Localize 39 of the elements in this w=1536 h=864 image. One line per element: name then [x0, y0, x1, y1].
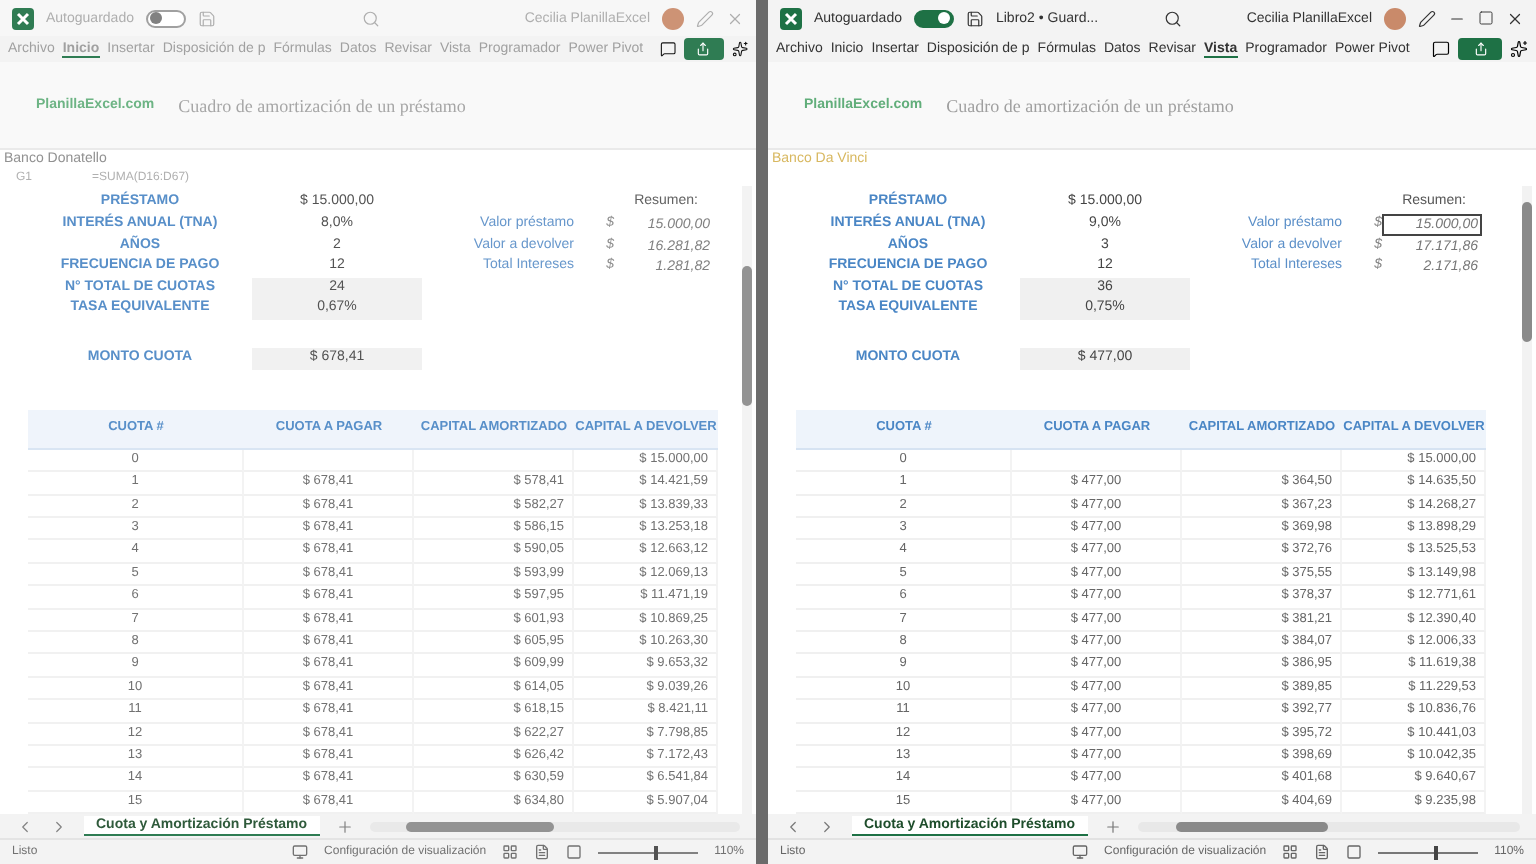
excel-logo-icon — [12, 7, 34, 30]
pen-icon[interactable] — [1418, 9, 1436, 28]
excel-logo-icon — [780, 7, 802, 30]
page-layout-icon[interactable] — [534, 844, 551, 861]
horizontal-scrollbar[interactable] — [369, 821, 740, 832]
share-icon — [696, 42, 711, 57]
page-layout-icon[interactable] — [1314, 844, 1331, 861]
next-sheet-icon[interactable] — [818, 817, 836, 836]
maximize-icon[interactable] — [1478, 10, 1494, 27]
normal-view-icon[interactable] — [502, 844, 519, 861]
close-icon[interactable] — [1506, 9, 1524, 28]
sparkle-icon[interactable] — [731, 40, 748, 59]
previous-sheet-icon[interactable] — [16, 817, 34, 836]
previous-sheet-icon[interactable] — [784, 817, 802, 836]
share-icon — [1473, 42, 1487, 57]
save-icon[interactable] — [965, 9, 984, 28]
avatar[interactable] — [1384, 7, 1406, 30]
share-button[interactable] — [683, 38, 724, 61]
comment-icon[interactable] — [659, 40, 676, 59]
next-sheet-icon[interactable] — [50, 817, 68, 836]
page-break-icon[interactable] — [1346, 844, 1363, 861]
autosave-toggle[interactable] — [145, 9, 186, 28]
sheet-heading: Cuadro de amortización de un préstamo — [178, 95, 466, 116]
zoom-slider-thumb[interactable] — [653, 845, 658, 860]
share-button[interactable] — [1458, 38, 1502, 61]
zoom-slider-thumb[interactable] — [1433, 845, 1438, 860]
vertical-scrollbar[interactable] — [1522, 186, 1532, 815]
monitor-icon[interactable] — [292, 844, 309, 861]
autosave-toggle[interactable] — [913, 9, 954, 28]
search-icon[interactable] — [1163, 9, 1182, 28]
avatar[interactable] — [662, 7, 684, 30]
sheet-heading: Cuadro de amortización de un préstamo — [946, 95, 1234, 116]
normal-view-icon[interactable] — [1282, 844, 1299, 861]
comment-icon[interactable] — [1432, 40, 1450, 59]
monitor-icon[interactable] — [1072, 844, 1089, 861]
horizontal-scrollbar[interactable] — [1137, 821, 1520, 832]
vertical-scrollbar[interactable] — [742, 186, 752, 815]
page-break-icon[interactable] — [566, 844, 583, 861]
sparkle-icon[interactable] — [1510, 40, 1528, 59]
